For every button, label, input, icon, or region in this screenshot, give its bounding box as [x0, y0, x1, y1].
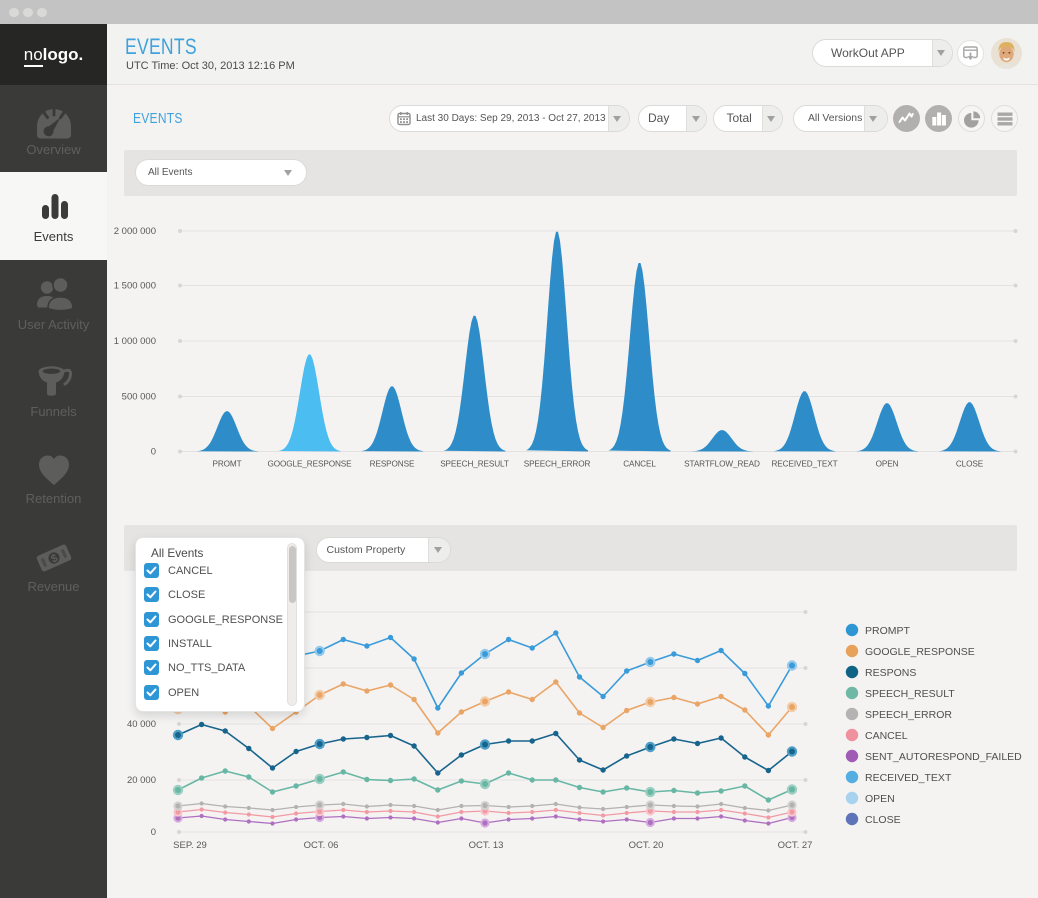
svg-text:0: 0: [151, 447, 156, 458]
svg-text:OPEN: OPEN: [865, 793, 895, 805]
svg-text:OCT. 13: OCT. 13: [469, 840, 504, 851]
svg-text:STARTFLOW_READ: STARTFLOW_READ: [684, 460, 760, 469]
svg-text:SEP. 29: SEP. 29: [173, 840, 207, 851]
svg-text:RESPONS: RESPONS: [865, 667, 916, 679]
svg-text:GOOGLE_RESPONSE: GOOGLE_RESPONSE: [865, 646, 975, 658]
svg-text:40 000: 40 000: [127, 719, 156, 730]
svg-text:GOOGLE_RESPONSE: GOOGLE_RESPONSE: [267, 460, 352, 469]
svg-text:RECEIVED_TEXT: RECEIVED_TEXT: [865, 772, 952, 784]
svg-text:PROMT: PROMT: [212, 460, 241, 469]
svg-text:CANCEL: CANCEL: [623, 460, 656, 469]
svg-text:0: 0: [151, 827, 156, 838]
svg-text:2 000 000: 2 000 000: [114, 226, 156, 237]
svg-text:PROMPT: PROMPT: [865, 625, 911, 637]
svg-text:OCT. 27: OCT. 27: [778, 840, 813, 851]
svg-text:1 500 000: 1 500 000: [114, 281, 156, 292]
svg-text:RECEIVED_TEXT: RECEIVED_TEXT: [771, 460, 837, 469]
svg-text:20 000: 20 000: [127, 775, 156, 786]
svg-text:OPEN: OPEN: [876, 460, 899, 469]
svg-text:CANCEL: CANCEL: [865, 730, 908, 742]
svg-text:SPEECH_RESULT: SPEECH_RESULT: [440, 460, 509, 469]
svg-text:500 000: 500 000: [122, 392, 156, 403]
svg-text:OCT. 20: OCT. 20: [629, 840, 664, 851]
svg-text:OCT. 06: OCT. 06: [304, 840, 339, 851]
svg-text:CLOSE: CLOSE: [865, 814, 901, 826]
svg-text:SPEECH_RESULT: SPEECH_RESULT: [865, 688, 955, 700]
svg-text:SPEECH_ERROR: SPEECH_ERROR: [524, 460, 591, 469]
svg-text:SENT_AUTORESPOND_FAILED: SENT_AUTORESPOND_FAILED: [865, 751, 1022, 763]
svg-text:RESPONSE: RESPONSE: [370, 460, 415, 469]
svg-text:SPEECH_ERROR: SPEECH_ERROR: [865, 709, 952, 721]
svg-text:1 000 000: 1 000 000: [114, 336, 156, 347]
svg-text:CLOSE: CLOSE: [956, 460, 984, 469]
